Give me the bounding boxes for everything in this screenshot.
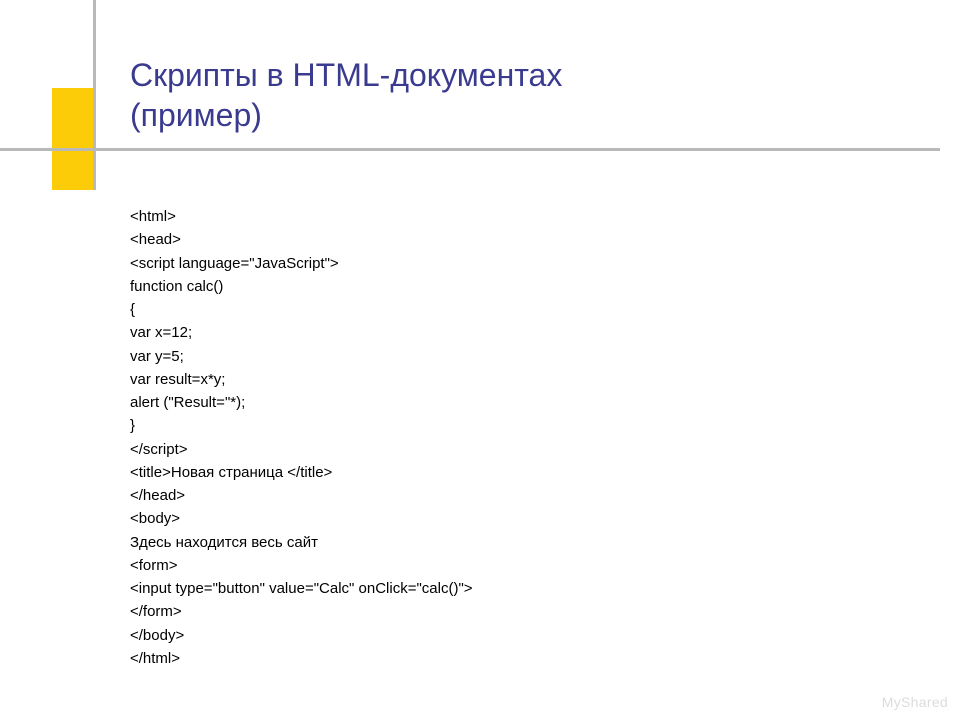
- code-block: <html> <head> <script language="JavaScri…: [130, 205, 473, 670]
- gray-bar-vertical: [93, 0, 96, 190]
- slide-title: Скрипты в HTML-документах (пример): [130, 55, 562, 135]
- title-line-2: (пример): [130, 97, 262, 133]
- yellow-block-top: [52, 88, 94, 148]
- slide: Скрипты в HTML-документах (пример) <html…: [0, 0, 960, 720]
- watermark: MyShared: [882, 694, 948, 710]
- title-line-1: Скрипты в HTML-документах: [130, 57, 562, 93]
- yellow-block-bottom: [52, 150, 94, 190]
- gray-bar-horizontal: [0, 148, 940, 151]
